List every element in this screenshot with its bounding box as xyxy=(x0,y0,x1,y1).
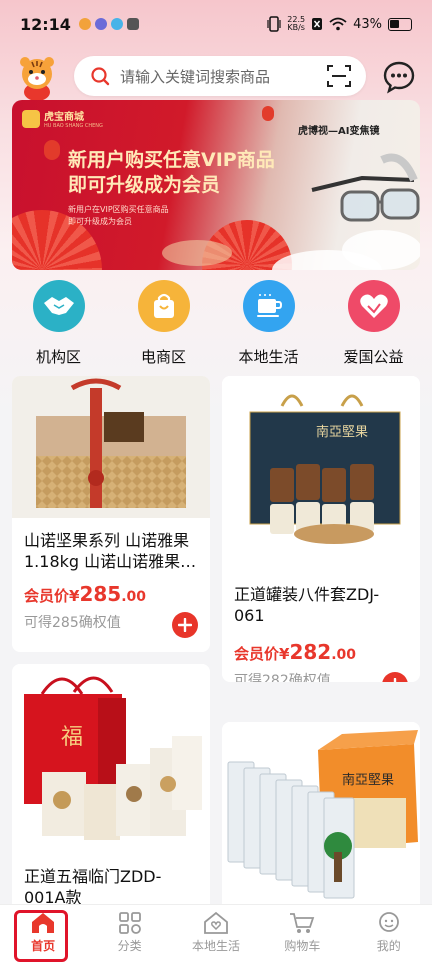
decorative-cloud xyxy=(162,240,232,266)
house-heart-icon xyxy=(204,911,228,934)
product-name: 正道罐装八件套ZDJ-061 xyxy=(234,585,380,625)
status-bar: 12:14 22.5 KB/s 43% xyxy=(0,0,432,48)
tiger-mascot-icon xyxy=(20,57,54,101)
plus-icon xyxy=(178,618,192,632)
category-label: 机构区 xyxy=(35,348,81,366)
category-label: 爱国公益 xyxy=(343,348,404,366)
category-label: 本地生活 xyxy=(238,348,299,366)
category-grid-icon xyxy=(118,912,141,934)
notification-icon xyxy=(78,18,91,30)
product-name: 正道五福临门ZDD-001A款 xyxy=(24,867,162,907)
cart-icon xyxy=(290,913,315,933)
product-card[interactable]: 南亞堅果 正道罐装八件套ZDJ-061 会员价¥282.00 可得282确权值 xyxy=(222,376,420,682)
product-image: 福 xyxy=(12,664,210,856)
banner-title: 新用户购买任意VIP商品 即可升级成为会员 xyxy=(68,149,275,196)
product-card[interactable]: 南亞堅果 xyxy=(222,722,420,922)
notification-icon xyxy=(110,18,123,30)
handshake-icon xyxy=(32,280,85,332)
home-icon xyxy=(32,913,55,933)
banner-subtitle: 新用户在VIP区购买任意商品 即可升级成为会员 xyxy=(68,205,169,226)
svg-text:福: 福 xyxy=(61,725,83,750)
lantern-icon xyxy=(44,140,60,160)
tab-profile[interactable]: 我的 xyxy=(349,911,429,954)
product-name: 山诺坚果系列 山诺雅果1.18kg 山诺山诺雅果… xyxy=(24,531,197,571)
category-charity[interactable]: 爱国公益 xyxy=(324,280,424,370)
scan-icon[interactable] xyxy=(326,63,352,89)
svg-text:南亞堅果: 南亞堅果 xyxy=(342,772,394,788)
banner-brand-logo: 虎宝商城 HU BAO SHANG CHENG xyxy=(22,108,103,129)
bottom-tab-bar: 首页 分类 本地生活 购物车 我的 xyxy=(0,904,432,964)
notification-icon xyxy=(126,18,139,30)
x-box-icon xyxy=(312,18,323,30)
notification-icon xyxy=(94,18,107,30)
product-card[interactable]: 山诺坚果系列 山诺雅果1.18kg 山诺山诺雅果… 会员价¥285.00 可得2… xyxy=(12,376,210,652)
tab-category[interactable]: 分类 xyxy=(90,911,170,954)
plus-icon xyxy=(393,678,397,682)
cup-icon xyxy=(242,280,295,332)
product-image: 南亞堅果 xyxy=(222,722,420,904)
brand-badge-icon xyxy=(22,109,40,128)
category-row: 机构区 电商区 本地生活 爱国公益 xyxy=(0,280,432,370)
product-image xyxy=(12,376,210,518)
product-card[interactable]: 福 正道五福临门ZDD-001A款 xyxy=(12,664,210,924)
search-icon xyxy=(91,67,110,86)
tab-home[interactable]: 首页 xyxy=(3,911,83,954)
lantern-icon xyxy=(262,106,274,121)
product-price: 会员价¥285.00 xyxy=(24,582,147,606)
battery-text: 43% xyxy=(353,16,382,32)
add-to-cart-button[interactable] xyxy=(172,612,198,638)
heart-hands-icon xyxy=(347,280,400,332)
message-icon[interactable] xyxy=(382,60,416,94)
category-ecommerce[interactable]: 电商区 xyxy=(114,280,214,370)
shopping-bag-icon xyxy=(137,280,190,332)
vibrate-icon xyxy=(267,16,281,32)
category-institution[interactable]: 机构区 xyxy=(9,280,109,370)
wifi-icon xyxy=(329,17,347,31)
product-price: 会员价¥282.00 xyxy=(234,640,357,664)
tab-cart[interactable]: 购物车 xyxy=(262,911,342,954)
category-label: 电商区 xyxy=(140,348,186,366)
promo-banner[interactable]: 虎宝商城 HU BAO SHANG CHENG 新用户购买任意VIP商品 即可升… xyxy=(12,100,420,270)
search-header: 请输入关键词搜索商品 xyxy=(0,52,432,101)
search-placeholder: 请输入关键词搜索商品 xyxy=(120,67,271,86)
profile-icon xyxy=(378,912,399,932)
status-time: 12:14 xyxy=(20,14,71,34)
category-local-life[interactable]: 本地生活 xyxy=(219,280,319,370)
tab-local-life[interactable]: 本地生活 xyxy=(176,911,256,954)
banner-product-title: 虎博视—AI变焦镜 xyxy=(298,126,380,137)
search-input[interactable]: 请输入关键词搜索商品 xyxy=(74,56,366,96)
ai-glasses-image xyxy=(311,153,420,222)
product-image: 南亞堅果 xyxy=(222,376,420,564)
svg-text:南亞堅果: 南亞堅果 xyxy=(316,424,368,440)
network-speed: 22.5 KB/s xyxy=(287,15,306,32)
battery-icon xyxy=(388,17,412,31)
